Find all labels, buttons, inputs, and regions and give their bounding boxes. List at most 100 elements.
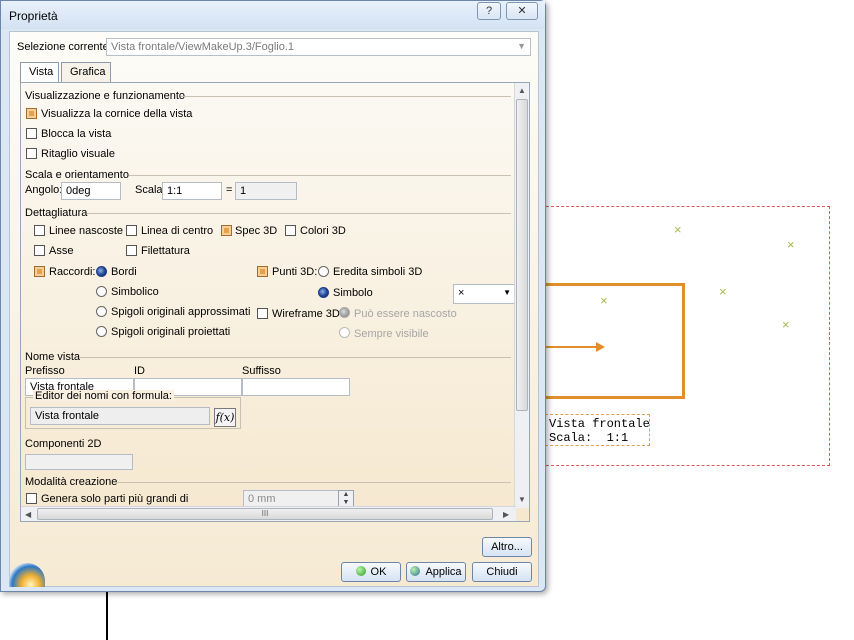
symbol-dropdown[interactable]: × ▼ bbox=[453, 284, 515, 304]
angle-input[interactable]: 0deg bbox=[61, 182, 121, 200]
can-be-hidden-label: Può essere nascosto bbox=[354, 308, 457, 320]
view-label[interactable]: Vista frontale Scala: 1:1 bbox=[545, 414, 650, 446]
vertical-scroll-thumb[interactable] bbox=[516, 99, 528, 411]
scroll-right-icon[interactable]: ▶ bbox=[503, 510, 509, 519]
id-label: ID bbox=[134, 365, 145, 377]
points3d-label: Punti 3D: bbox=[272, 266, 318, 278]
section-view-name-title: Nome vista bbox=[25, 351, 81, 363]
visual-clipping-checkbox[interactable] bbox=[26, 148, 37, 159]
fillet-approx-label: Spigoli originali approssimati bbox=[111, 306, 251, 318]
lock-view-checkbox[interactable] bbox=[26, 128, 37, 139]
fillet-edges-label: Bordi bbox=[111, 266, 137, 278]
section-divider bbox=[113, 482, 511, 483]
fillet-edges-radio[interactable] bbox=[96, 266, 107, 277]
colors3d-checkbox[interactable] bbox=[285, 225, 296, 236]
fillet-symbolic-label: Simbolico bbox=[111, 286, 159, 298]
apply-label: Applica bbox=[425, 566, 462, 578]
tab-panel-vista: Visualizzazione e funzionamento Visualiz… bbox=[20, 82, 530, 522]
scale-input[interactable]: 1:1 bbox=[162, 182, 222, 200]
suffix-label: Suffisso bbox=[242, 365, 281, 377]
fillets-checkbox[interactable] bbox=[34, 266, 45, 277]
scroll-left-icon[interactable]: ◀ bbox=[25, 510, 31, 519]
current-selection-label: Selezione corrente: bbox=[17, 41, 112, 53]
fillet-approx-radio[interactable] bbox=[96, 306, 107, 317]
scale-result-field: 1 bbox=[235, 182, 297, 200]
close-icon[interactable]: ✕ bbox=[506, 2, 538, 20]
properties-dialog: Proprietà ? ✕ Selezione corrente: Vista … bbox=[0, 0, 546, 592]
section-components2d-title: Componenti 2D bbox=[25, 438, 102, 450]
wireframe3d-checkbox[interactable] bbox=[257, 308, 268, 319]
ok-icon bbox=[355, 566, 366, 576]
symbol-label: Simbolo bbox=[333, 287, 373, 299]
current-selection-combo[interactable]: Vista frontale/ViewMakeUp.3/Foglio.1 ▼ bbox=[106, 38, 531, 56]
close-button[interactable]: Chiudi bbox=[472, 562, 532, 582]
generate-only-checkbox[interactable] bbox=[26, 493, 37, 504]
spec3d-checkbox[interactable] bbox=[221, 225, 232, 236]
horizontal-scroll-thumb[interactable]: III bbox=[37, 508, 493, 520]
inherit-symbols-radio[interactable] bbox=[318, 266, 329, 277]
thread-checkbox[interactable] bbox=[126, 245, 137, 256]
part-outline bbox=[540, 283, 685, 399]
show-frame-checkbox[interactable] bbox=[26, 108, 37, 119]
suffix-input[interactable] bbox=[242, 378, 350, 396]
more-button[interactable]: Altro... bbox=[482, 537, 532, 557]
formula-editor-label: Editor dei nomi con formula: bbox=[33, 390, 174, 402]
scale-label: Scala: bbox=[135, 184, 166, 196]
axis-label: Asse bbox=[49, 245, 74, 257]
points3d-checkbox[interactable] bbox=[257, 266, 268, 277]
title-bar[interactable]: Proprietà ? ✕ bbox=[1, 1, 545, 29]
fillet-projected-label: Spigoli originali proiettati bbox=[111, 326, 231, 338]
fillets-label: Raccordi: bbox=[49, 266, 96, 278]
ok-label: OK bbox=[370, 566, 387, 578]
vertical-scrollbar[interactable]: ▲ ▼ bbox=[514, 83, 529, 508]
horizontal-scrollbar[interactable]: ◀ III ▶ bbox=[21, 506, 516, 521]
center-line-checkbox[interactable] bbox=[126, 225, 137, 236]
dialog-body: Selezione corrente: Vista frontale/ViewM… bbox=[9, 31, 539, 587]
point-marker: × bbox=[719, 284, 727, 299]
scroll-down-icon[interactable]: ▼ bbox=[518, 495, 526, 504]
section-detail-title: Dettagliatura bbox=[25, 207, 88, 219]
hidden-lines-label: Linee nascoste bbox=[49, 225, 123, 237]
inherit-symbols-label: Eredita simboli 3D bbox=[333, 266, 423, 278]
section-creation-mode-title: Modalità creazione bbox=[25, 476, 118, 488]
equals-label: = bbox=[226, 184, 233, 196]
current-selection-value: Vista frontale/ViewMakeUp.3/Foglio.1 bbox=[111, 41, 295, 53]
point-marker: × bbox=[787, 237, 795, 252]
formula-field[interactable]: Vista frontale bbox=[30, 407, 210, 425]
lock-view-label: Blocca la vista bbox=[41, 128, 112, 140]
symbol-radio[interactable] bbox=[318, 287, 329, 298]
axis-checkbox[interactable] bbox=[34, 245, 45, 256]
colors3d-label: Colori 3D bbox=[300, 225, 346, 237]
arrowhead-icon bbox=[596, 342, 605, 352]
center-line-label: Linea di centro bbox=[141, 225, 214, 237]
view-label-scale: Scala: 1:1 bbox=[549, 431, 629, 445]
section-divider bbox=[181, 96, 511, 97]
hidden-lines-checkbox[interactable] bbox=[34, 225, 45, 236]
can-be-hidden-radio[interactable] bbox=[339, 307, 350, 318]
section-divider bbox=[79, 357, 511, 358]
section-visualization-title: Visualizzazione e funzionamento bbox=[25, 90, 186, 102]
view-label-name: Vista frontale bbox=[549, 417, 650, 431]
formula-fx-button[interactable]: f(x) bbox=[214, 408, 236, 427]
point-marker: × bbox=[674, 222, 682, 237]
section-divider bbox=[129, 175, 511, 176]
apply-button[interactable]: Applica bbox=[406, 562, 466, 582]
fillet-projected-radio[interactable] bbox=[96, 326, 107, 337]
thread-label: Filettatura bbox=[141, 245, 190, 257]
tab-grafica[interactable]: Grafica bbox=[61, 62, 111, 83]
scroll-up-icon[interactable]: ▲ bbox=[518, 86, 526, 95]
symbol-value: × bbox=[458, 287, 465, 299]
always-visible-radio[interactable] bbox=[339, 327, 350, 338]
tab-vista[interactable]: Vista bbox=[20, 62, 59, 84]
prefix-label: Prefisso bbox=[25, 365, 65, 377]
section-scale-title: Scala e orientamento bbox=[25, 169, 129, 181]
always-visible-label: Sempre visibile bbox=[354, 328, 429, 340]
generate-only-label: Genera solo parti più grandi di bbox=[41, 493, 189, 505]
ok-button[interactable]: OK bbox=[341, 562, 401, 582]
show-frame-label: Visualizza la cornice della vista bbox=[41, 108, 193, 120]
direction-arrow bbox=[540, 346, 598, 348]
point-marker: × bbox=[782, 317, 790, 332]
help-button[interactable]: ? bbox=[477, 2, 501, 20]
fillet-symbolic-radio[interactable] bbox=[96, 286, 107, 297]
apply-icon bbox=[410, 566, 421, 576]
